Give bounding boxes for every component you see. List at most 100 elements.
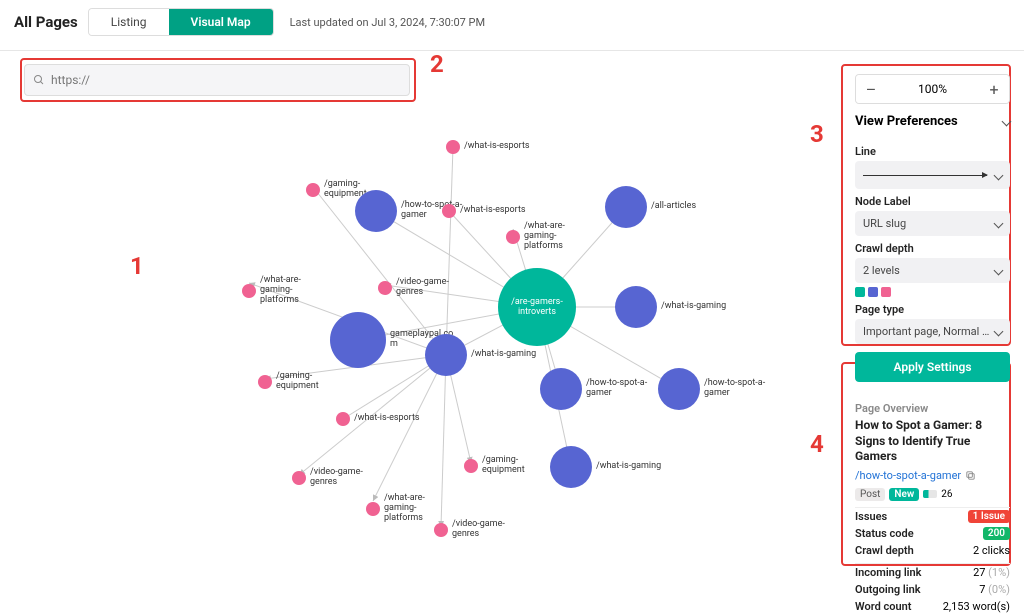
node-n21[interactable]: /video-game-genres — [434, 520, 522, 540]
node-label: /what-is-gaming — [596, 462, 661, 472]
node-n17[interactable]: /gaming-equipment — [464, 456, 552, 476]
tab-visual-map[interactable]: Visual Map — [169, 9, 273, 35]
chevron-down-icon — [995, 264, 1002, 277]
crawl-depth-label: Crawl depth — [855, 242, 1010, 255]
node-label-label: Node Label — [855, 195, 1010, 208]
node-circle — [506, 230, 520, 244]
page-type-select[interactable]: Important page, Normal … — [855, 319, 1010, 344]
node-circle — [306, 183, 320, 197]
callout-2: 2 — [430, 50, 444, 78]
node-label: /gaming-equipment — [276, 372, 346, 392]
node-circle — [258, 375, 272, 389]
node-n18[interactable]: /what-is-gaming — [550, 446, 661, 488]
overview-title: How to Spot a Gamer: 8 Signs to Identify… — [855, 418, 1010, 465]
header-bar: All Pages Listing Visual Map Last update… — [0, 0, 1024, 44]
status-badge: 200 — [983, 527, 1010, 540]
row-status: Status code 200 — [855, 527, 1010, 540]
zoom-out-button[interactable]: – — [856, 75, 886, 103]
last-updated: Last updated on Jul 3, 2024, 7:30:07 PM — [290, 16, 486, 29]
search-input[interactable]: https:// — [24, 64, 410, 96]
visual-map-canvas[interactable]: /what-is-esports/gaming-equipment/how-to… — [20, 100, 830, 580]
issues-badge: 1 Issue — [968, 510, 1010, 523]
line-label: Line — [855, 145, 1010, 158]
chevron-down-icon — [995, 217, 1002, 230]
copy-icon[interactable] — [965, 470, 976, 481]
node-n13[interactable]: /what-is-gaming — [425, 334, 536, 376]
row-issues: Issues 1 Issue — [855, 507, 1010, 523]
node-circle — [605, 186, 647, 228]
node-label: /what-is-esports — [464, 142, 530, 152]
page-title: All Pages — [14, 13, 78, 31]
divider — [0, 50, 1024, 51]
row-outgoing: Outgoing link 7 (0%) — [855, 583, 1010, 596]
node-n10[interactable]: /what-is-gaming — [615, 286, 726, 328]
node-label: /what-is-esports — [460, 206, 526, 216]
node-circle — [434, 523, 448, 537]
node-circle — [378, 281, 392, 295]
node-n8[interactable]: /video-game-genres — [378, 278, 466, 298]
overview-tags: Post New 26 — [855, 488, 1010, 501]
tab-listing[interactable]: Listing — [89, 9, 169, 35]
chevron-down-icon — [995, 169, 1002, 182]
node-label: /all-articles — [651, 202, 696, 212]
chevron-down-icon — [1003, 114, 1010, 129]
new-tag: New — [889, 488, 919, 501]
page-type-label: Page type — [855, 303, 1010, 316]
line-style-select[interactable] — [855, 161, 1010, 189]
node-label-select[interactable]: URL slug — [855, 211, 1010, 236]
node-circle — [442, 204, 456, 218]
node-label: /what-are-gaming-platforms — [260, 276, 330, 306]
depth-legend — [855, 287, 1010, 297]
row-crawl: Crawl depth 2 clicks — [855, 544, 1010, 557]
legend-swatch — [855, 287, 865, 297]
node-n16[interactable]: /what-is-esports — [336, 412, 420, 426]
post-tag: Post — [855, 488, 885, 501]
node-circle — [330, 312, 386, 368]
overview-heading: Page Overview — [855, 402, 1010, 415]
node-n14[interactable]: /how-to-spot-a-gamer — [540, 368, 656, 410]
node-label: /how-to-spot-a-gamer — [704, 379, 774, 399]
zoom-control: – 100% + — [855, 74, 1010, 104]
score-bar-icon — [923, 490, 937, 498]
node-n15[interactable]: /how-to-spot-a-gamer — [658, 368, 774, 410]
arrow-line-icon — [863, 175, 987, 176]
node-label: /what-is-gaming — [471, 350, 536, 360]
apply-settings-button[interactable]: Apply Settings — [855, 352, 1010, 382]
search-value: https:// — [51, 73, 90, 87]
crawl-depth-select[interactable]: 2 levels — [855, 258, 1010, 283]
row-words: Word count 2,153 word(s) — [855, 600, 1010, 613]
node-label: /video-game-genres — [452, 520, 522, 540]
node-circle — [336, 412, 350, 426]
node-label: /video-game-genres — [310, 468, 380, 488]
zoom-in-button[interactable]: + — [979, 75, 1009, 103]
node-n4[interactable]: /what-is-esports — [442, 204, 526, 218]
node-circle — [550, 446, 592, 488]
node-n6[interactable]: /what-are-gaming-platforms — [506, 222, 594, 252]
side-panel: – 100% + View Preferences Line Node Labe… — [855, 74, 1010, 613]
node-circle — [658, 368, 700, 410]
legend-swatch — [868, 287, 878, 297]
node-circle — [366, 502, 380, 516]
node-circle — [292, 471, 306, 485]
overview-url[interactable]: /how-to-spot-a-gamer — [855, 469, 1010, 482]
node-circle — [446, 140, 460, 154]
node-n5[interactable]: /all-articles — [605, 186, 696, 228]
node-n19[interactable]: /video-game-genres — [292, 468, 380, 488]
node-circle — [615, 286, 657, 328]
node-label: /how-to-spot-a-gamer — [586, 379, 656, 399]
node-n7[interactable]: /what-are-gaming-platforms — [242, 276, 330, 306]
node-circle — [540, 368, 582, 410]
node-n12[interactable]: /gaming-equipment — [258, 372, 346, 392]
view-tabs: Listing Visual Map — [88, 8, 274, 36]
chevron-down-icon — [995, 325, 1002, 338]
node-label: /what-are-gaming-platforms — [524, 222, 594, 252]
search-icon — [33, 74, 45, 86]
node-n1[interactable]: /what-is-esports — [446, 140, 530, 154]
view-prefs-header[interactable]: View Preferences — [855, 114, 1010, 129]
zoom-value: 100% — [886, 75, 979, 103]
page-overview-panel: Page Overview How to Spot a Gamer: 8 Sig… — [855, 392, 1010, 613]
node-circle — [242, 284, 256, 298]
overview-score: 26 — [941, 489, 952, 500]
node-label: /gaming-equipment — [482, 456, 552, 476]
legend-swatch — [881, 287, 891, 297]
